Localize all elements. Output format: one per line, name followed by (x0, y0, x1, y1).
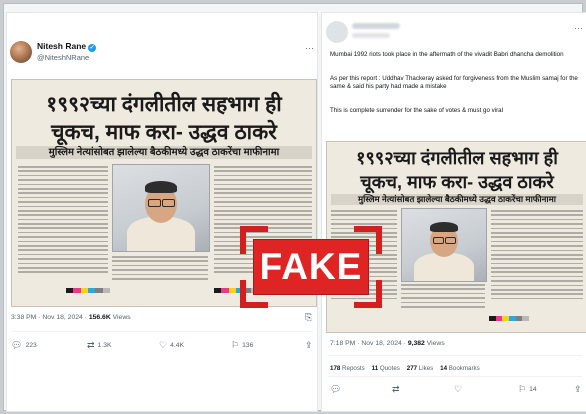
like-icon: ♡ (454, 384, 463, 394)
bookmark-button[interactable]: ⚐ 14 (518, 384, 537, 395)
share-button[interactable]: ⇪ (574, 384, 585, 395)
fake-stamp: FAKE (240, 226, 382, 308)
bookmark-icon: ⚐ (231, 340, 240, 350)
article-column-left (18, 166, 108, 284)
repost-icon: ⇄ (87, 340, 95, 350)
print-color-bar (489, 316, 530, 321)
like-icon: ♡ (159, 340, 168, 350)
author-avatar[interactable] (10, 41, 32, 63)
article-column-right (491, 210, 583, 310)
repost-icon: ⇄ (392, 384, 400, 394)
divider (11, 331, 313, 332)
repost-button[interactable]: ⇄ (392, 384, 403, 395)
subheadline: मुस्लिम नेत्यांसोबत झालेल्या बैठकीमध्ये … (16, 146, 312, 159)
author-handle[interactable]: @NiteshNRane (37, 53, 89, 62)
tweet-text-line-1: Mumbai 1992 riots took place in the afte… (330, 51, 564, 58)
fake-label: FAKE (254, 240, 368, 294)
repost-button[interactable]: ⇄ 1.3K (87, 340, 112, 351)
share-icon: ⇪ (305, 340, 313, 350)
like-button[interactable]: ♡ 4.4K (159, 340, 184, 351)
post-timestamp[interactable]: 7:18 PM · Nov 18, 2024 · 9,382 Views (330, 340, 445, 347)
left-post-card[interactable]: Nitesh Rane ✓ @NiteshNRane ··· १९९२च्या द… (6, 12, 318, 412)
article-column-middle (112, 256, 208, 286)
tweet-text-line-3: This is complete surrender for the sake … (330, 107, 503, 114)
verified-badge-icon: ✓ (88, 44, 97, 52)
screenshot-frame: Nitesh Rane ✓ @NiteshNRane ··· १९९२च्या द… (3, 3, 586, 412)
reply-icon: 💬︎ (330, 384, 342, 394)
author-name-text[interactable]: Nitesh Rane (37, 41, 86, 51)
newspaper-photo (112, 164, 210, 252)
like-button[interactable]: ♡ (454, 384, 465, 395)
more-icon[interactable]: ··· (574, 23, 583, 33)
share-button[interactable]: ⇪ (305, 340, 316, 351)
divider (328, 376, 582, 377)
analytics-icon[interactable]: ⎘ (305, 312, 315, 323)
divider (328, 355, 582, 356)
print-color-bar (66, 288, 110, 293)
share-icon: ⇪ (574, 384, 582, 394)
post-timestamp[interactable]: 3:38 PM · Nov 18, 2024 · 156.6K Views (11, 314, 131, 321)
reply-button[interactable]: 💬︎ 223 (11, 340, 37, 351)
engagement-stats[interactable]: 178 Reposts 11 Quotes 277 Likes 14 Bookm… (330, 365, 480, 372)
headline-line-2: चूकच, माफ करा- उद्धव ठाकरे (51, 121, 277, 144)
newspaper-photo (401, 208, 487, 282)
headline-line-2: चूकच, माफ करा- उद्धव ठाकरे (360, 172, 554, 192)
author-handle-blurred (352, 33, 390, 38)
bookmark-icon: ⚐ (518, 384, 527, 394)
reply-button[interactable]: 💬︎ (330, 384, 344, 395)
reply-icon: 💬︎ (11, 340, 23, 350)
author-avatar-blurred[interactable] (326, 21, 348, 43)
headline-line-1: १९९२च्या दंगलीतील सहभाग ही (46, 93, 282, 116)
article-column-middle (401, 284, 485, 312)
tweet-text-line-2: As per this report : Uddhav Thackeray as… (330, 75, 578, 91)
author-name-blurred (352, 23, 400, 29)
headline-line-1: १९९२च्या दंगलीतील सहभाग ही (356, 148, 558, 168)
bookmark-button[interactable]: ⚐ 136 (231, 340, 253, 351)
more-icon[interactable]: ··· (305, 43, 314, 53)
right-post-card[interactable]: ··· Mumbai 1992 riots took place in the … (321, 12, 586, 412)
subheadline: मुस्लिम नेत्यांसोबत झालेल्या बैठकीमध्ये … (331, 194, 583, 205)
author-name[interactable]: Nitesh Rane ✓ (37, 41, 97, 52)
